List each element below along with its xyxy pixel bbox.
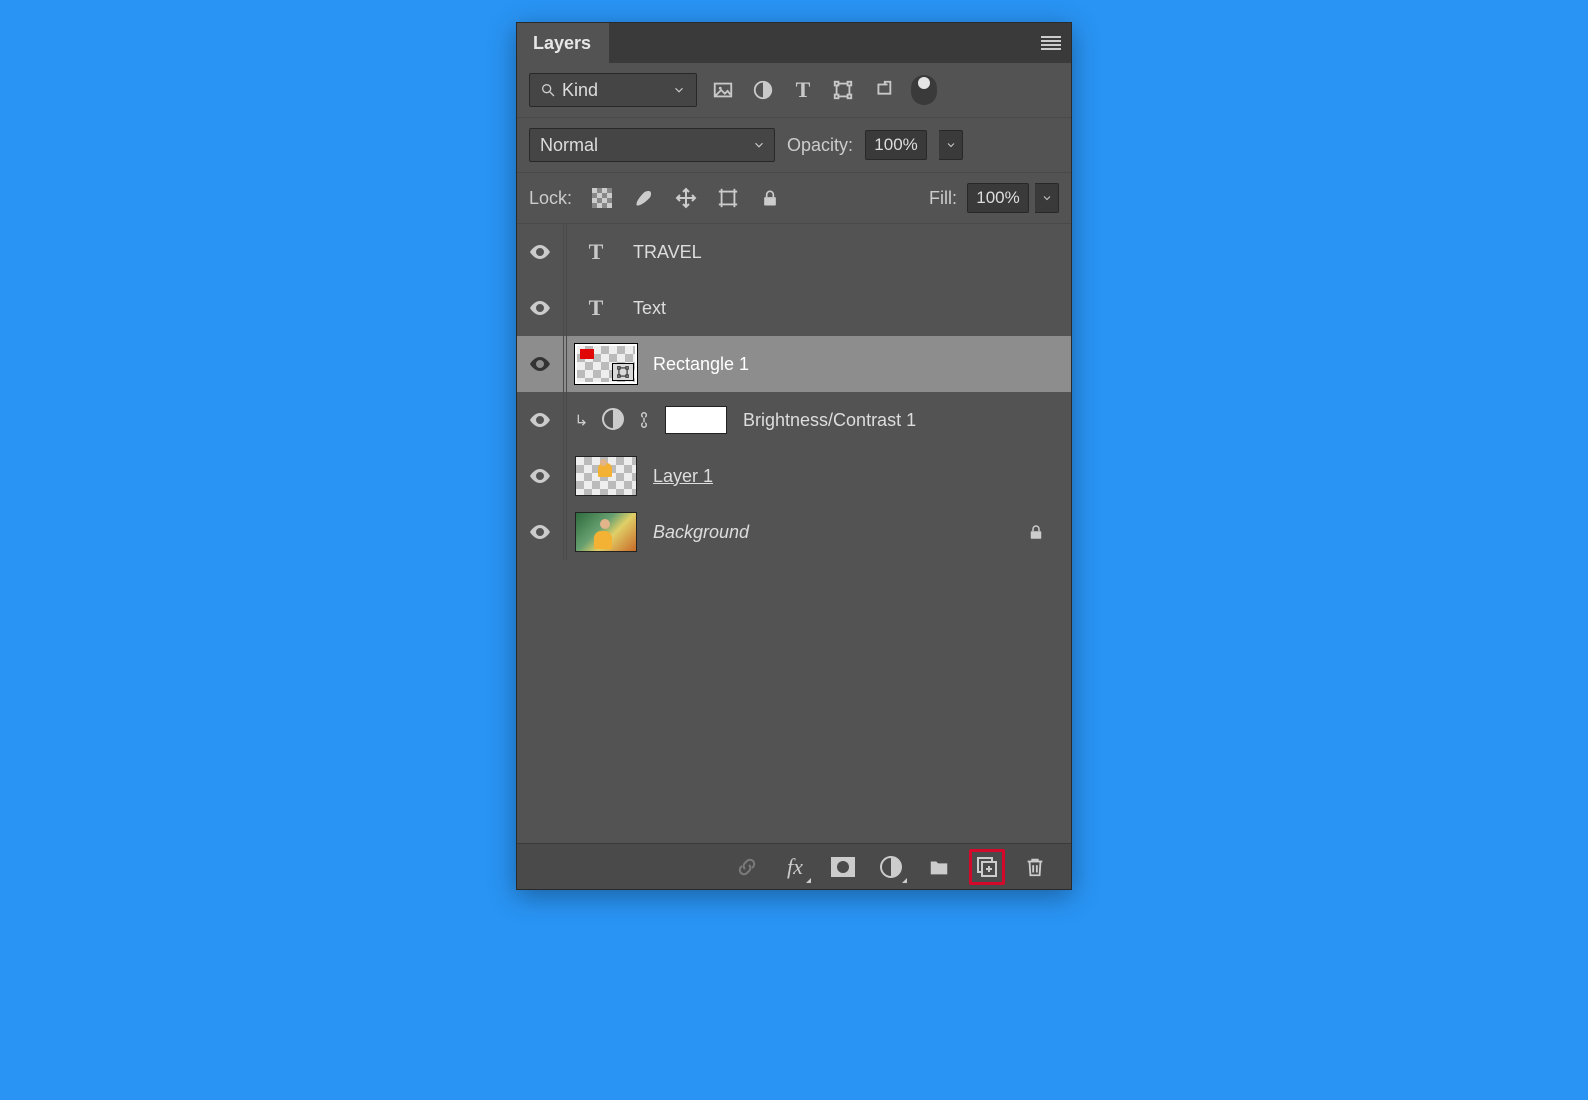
lock-fill-row: Lock: Fill: 100%: [517, 173, 1071, 224]
lock-label: Lock:: [529, 188, 572, 209]
panel-menu-button[interactable]: [1031, 23, 1071, 63]
lock-transparency-icon[interactable]: [588, 184, 616, 212]
tab-layers[interactable]: Layers: [517, 23, 610, 63]
new-group-button[interactable]: [921, 849, 957, 885]
layers-panel: Layers Kind T: [516, 22, 1072, 890]
filter-pixel-icon[interactable]: [709, 76, 737, 104]
filter-kind-label: Kind: [562, 80, 598, 101]
filter-smartobject-icon[interactable]: [869, 76, 897, 104]
filter-row: Kind T: [517, 63, 1071, 118]
layer-name[interactable]: TRAVEL: [623, 242, 702, 263]
layer-thumbnail[interactable]: [575, 456, 637, 496]
fill-dropdown[interactable]: [1035, 183, 1059, 213]
panel-tabbar: Layers: [517, 23, 1071, 63]
layer-thumbnail[interactable]: [575, 512, 637, 552]
toggle-knob-icon: [918, 77, 930, 89]
opacity-label: Opacity:: [787, 135, 853, 156]
chevron-down-icon: [672, 83, 686, 97]
text-layer-icon: T: [575, 239, 617, 265]
visibility-toggle[interactable]: [517, 520, 563, 544]
layer-lock-icon[interactable]: [1027, 523, 1045, 541]
hamburger-icon: [1041, 36, 1061, 50]
layer-row[interactable]: Brightness/Contrast 1: [517, 392, 1071, 448]
layer-row[interactable]: T Text: [517, 280, 1071, 336]
link-layers-button: [729, 849, 765, 885]
filter-adjustment-icon[interactable]: [749, 76, 777, 104]
layer-row[interactable]: Rectangle 1: [517, 336, 1071, 392]
layer-row[interactable]: Layer 1: [517, 448, 1071, 504]
fill-input[interactable]: 100%: [967, 183, 1029, 213]
layer-row[interactable]: Background: [517, 504, 1071, 560]
search-icon: [540, 82, 556, 98]
add-mask-button[interactable]: [825, 849, 861, 885]
layer-style-button[interactable]: fx: [777, 849, 813, 885]
filter-toggle[interactable]: [911, 75, 937, 105]
layer-name[interactable]: Rectangle 1: [643, 354, 749, 375]
new-layer-button[interactable]: [969, 849, 1005, 885]
adjustment-layer-icon: [601, 407, 627, 433]
visibility-toggle[interactable]: [517, 464, 563, 488]
lock-position-icon[interactable]: [672, 184, 700, 212]
visibility-toggle[interactable]: [517, 352, 563, 376]
filter-kind-select[interactable]: Kind: [529, 73, 697, 107]
panel-bottom-bar: fx: [517, 843, 1071, 889]
fill-label: Fill:: [929, 188, 957, 209]
shape-layer-thumbnail[interactable]: [575, 344, 637, 384]
lock-paint-icon[interactable]: [630, 184, 658, 212]
filter-shape-icon[interactable]: [829, 76, 857, 104]
opacity-dropdown[interactable]: [939, 130, 963, 160]
delete-layer-button[interactable]: [1017, 849, 1053, 885]
layer-mask-thumbnail[interactable]: [665, 406, 727, 434]
filter-text-icon[interactable]: T: [789, 76, 817, 104]
lock-artboard-icon[interactable]: [714, 184, 742, 212]
link-mask-icon[interactable]: [637, 408, 651, 432]
visibility-toggle[interactable]: [517, 240, 563, 264]
blend-mode-value: Normal: [540, 135, 598, 156]
layer-name[interactable]: Text: [623, 298, 666, 319]
layer-name[interactable]: Layer 1: [643, 466, 713, 487]
visibility-toggle[interactable]: [517, 408, 563, 432]
layers-list: T TRAVEL T Text: [517, 224, 1071, 843]
shape-badge-icon: [612, 363, 634, 381]
new-adjustment-button[interactable]: [873, 849, 909, 885]
clipping-mask-icon: [573, 410, 589, 430]
opacity-input[interactable]: 100%: [865, 130, 927, 160]
blend-mode-select[interactable]: Normal: [529, 128, 775, 162]
layer-row[interactable]: T TRAVEL: [517, 224, 1071, 280]
layer-name[interactable]: Brightness/Contrast 1: [733, 410, 916, 431]
text-layer-icon: T: [575, 295, 617, 321]
layer-name[interactable]: Background: [643, 522, 749, 543]
chevron-down-icon: [752, 138, 766, 152]
lock-all-icon[interactable]: [756, 184, 784, 212]
visibility-toggle[interactable]: [517, 296, 563, 320]
blend-opacity-row: Normal Opacity: 100%: [517, 118, 1071, 173]
